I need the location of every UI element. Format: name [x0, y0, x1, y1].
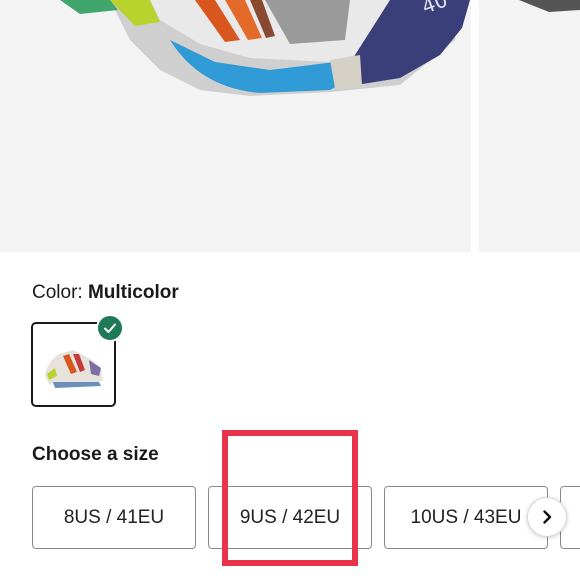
size-option-label: 9US / 42EU	[239, 506, 341, 528]
size-option-label: 10US / 43EU	[410, 506, 522, 528]
size-option-label: 8US / 41EU	[63, 506, 165, 528]
next-sizes-button[interactable]	[527, 497, 567, 537]
product-image-main[interactable]: 40	[0, 0, 471, 252]
sneaker-photo: 40	[60, 0, 470, 96]
color-selection-label: Color: Multicolor	[32, 281, 179, 305]
selected-check-icon	[96, 314, 124, 342]
color-value: Multicolor	[87, 282, 179, 303]
size-option-10us-43eu[interactable]: 10US / 43EU	[384, 486, 548, 549]
size-heading: Choose a size	[32, 444, 159, 465]
product-image-next[interactable]	[479, 0, 580, 252]
size-option-8us-41eu[interactable]: 8US / 41EU	[32, 486, 196, 549]
color-label: Color:	[32, 282, 88, 303]
sneaker-photo	[519, 0, 580, 12]
product-image-gallery[interactable]: 40	[0, 0, 580, 252]
size-option-9us-42eu[interactable]: 9US / 42EU	[208, 486, 372, 549]
chevron-right-icon	[543, 510, 552, 524]
